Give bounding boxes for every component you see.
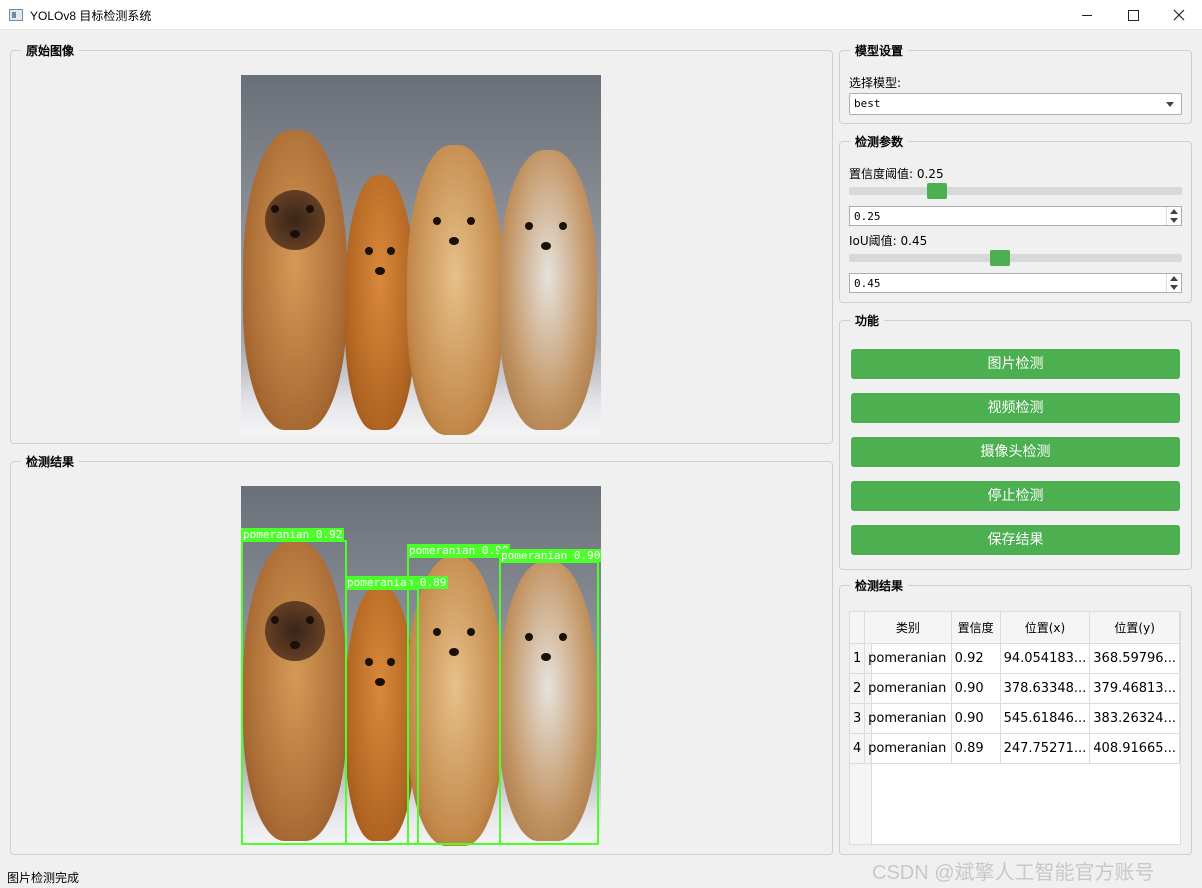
column-header-confidence[interactable]: 置信度 — [951, 612, 1001, 644]
model-settings-title: 模型设置 — [850, 42, 909, 59]
original-image-title: 原始图像 — [21, 42, 80, 59]
cell-class[interactable]: pomeranian — [864, 673, 952, 704]
video-detect-button[interactable]: 视频检测 — [851, 393, 1180, 423]
chevron-down-icon — [1166, 102, 1174, 107]
model-select-label: 选择模型: — [849, 76, 902, 90]
arrow-down-icon[interactable] — [1170, 218, 1178, 223]
cell-position-y[interactable]: 379.46813... — [1089, 673, 1180, 704]
corner-cell[interactable] — [850, 612, 866, 644]
cell-confidence[interactable]: 0.90 — [951, 673, 1001, 704]
detection-box: pomeranian 0.90 — [407, 544, 511, 845]
conf-threshold-label: 置信度阈值: 0.25 — [849, 167, 944, 181]
cell-position-x[interactable]: 247.75271... — [1000, 733, 1091, 764]
table-row[interactable]: 2 pomeranian 0.90 378.63348... 379.46813… — [850, 673, 1180, 704]
column-header-position-y[interactable]: 位置(y) — [1089, 612, 1180, 644]
cell-class[interactable]: pomeranian — [864, 703, 952, 734]
watermark: CSDN @斌擎人工智能官方账号 — [872, 862, 1155, 884]
cell-position-x[interactable]: 94.054183... — [1000, 643, 1091, 674]
cell-position-x[interactable]: 545.61846... — [1000, 703, 1091, 734]
arrow-up-icon[interactable] — [1170, 276, 1178, 281]
row-number[interactable]: 3 — [850, 703, 866, 734]
arrow-down-icon[interactable] — [1170, 285, 1178, 290]
minimize-button[interactable] — [1064, 0, 1110, 30]
table-row[interactable]: 4 pomeranian 0.89 247.75271... 408.91665… — [850, 733, 1180, 764]
window-title: YOLOv8 目标检测系统 — [30, 9, 152, 23]
conf-spin-buttons[interactable] — [1166, 207, 1181, 225]
result-image: pomeranian 0.92 pomeranian 0.89 pomerani… — [241, 486, 601, 846]
conf-spinbox[interactable] — [849, 206, 1182, 226]
cell-confidence[interactable]: 0.92 — [951, 643, 1001, 674]
table-row[interactable]: 1 pomeranian 0.92 94.054183... 368.59796… — [850, 643, 1180, 674]
iou-spinbox[interactable] — [849, 273, 1182, 293]
column-header-class[interactable]: 类别 — [864, 612, 952, 644]
conf-input[interactable] — [850, 207, 1168, 225]
conf-slider-handle[interactable] — [927, 183, 947, 199]
detection-label: pomeranian 0.90 — [499, 549, 601, 562]
cell-confidence[interactable]: 0.90 — [951, 703, 1001, 734]
close-button[interactable] — [1156, 0, 1202, 30]
iou-input[interactable] — [850, 274, 1168, 292]
iou-slider[interactable] — [849, 254, 1182, 262]
iou-slider-handle[interactable] — [990, 250, 1010, 266]
results-table[interactable]: 类别 置信度 位置(x) 位置(y) 1 pomeranian 0.92 94.… — [849, 611, 1181, 845]
original-image — [241, 75, 601, 435]
image-detect-button[interactable]: 图片检测 — [851, 349, 1180, 379]
table-header-row: 类别 置信度 位置(x) 位置(y) — [850, 612, 1180, 644]
iou-spin-buttons[interactable] — [1166, 274, 1181, 292]
save-result-button[interactable]: 保存结果 — [851, 525, 1180, 555]
app-icon — [9, 9, 23, 21]
detection-label: pomeranian 0.90 — [407, 544, 511, 557]
model-select-value: best — [854, 97, 881, 110]
model-select[interactable]: best — [849, 93, 1182, 115]
table-row[interactable]: 3 pomeranian 0.90 545.61846... 383.26324… — [850, 703, 1180, 734]
row-number[interactable]: 2 — [850, 673, 866, 704]
cell-position-y[interactable]: 383.26324... — [1089, 703, 1180, 734]
cell-position-y[interactable]: 408.91665... — [1089, 733, 1180, 764]
maximize-button[interactable] — [1110, 0, 1156, 30]
cell-class[interactable]: pomeranian — [864, 643, 952, 674]
title-bar: YOLOv8 目标检测系统 — [0, 0, 1202, 30]
arrow-up-icon[interactable] — [1170, 209, 1178, 214]
cell-position-x[interactable]: 378.63348... — [1000, 673, 1091, 704]
functions-title: 功能 — [850, 312, 885, 329]
detect-params-title: 检测参数 — [850, 133, 909, 150]
status-bar-text: 图片检测完成 — [7, 871, 80, 885]
result-image-title: 检测结果 — [21, 453, 80, 470]
row-number[interactable]: 1 — [850, 643, 866, 674]
detection-label: pomeranian 0.92 — [241, 528, 345, 541]
column-header-position-x[interactable]: 位置(x) — [1000, 612, 1091, 644]
stop-detect-button[interactable]: 停止检测 — [851, 481, 1180, 511]
row-number[interactable]: 4 — [850, 733, 866, 764]
results-title: 检测结果 — [850, 577, 909, 594]
camera-detect-button[interactable]: 摄像头检测 — [851, 437, 1180, 467]
close-icon — [1173, 9, 1185, 21]
detection-box: pomeranian 0.90 — [499, 549, 601, 845]
iou-threshold-label: IoU阈值: 0.45 — [849, 234, 928, 248]
cell-confidence[interactable]: 0.89 — [951, 733, 1001, 764]
detection-box: pomeranian 0.92 — [241, 528, 347, 845]
cell-class[interactable]: pomeranian — [864, 733, 952, 764]
cell-position-y[interactable]: 368.59796... — [1089, 643, 1180, 674]
conf-slider[interactable] — [849, 187, 1182, 195]
